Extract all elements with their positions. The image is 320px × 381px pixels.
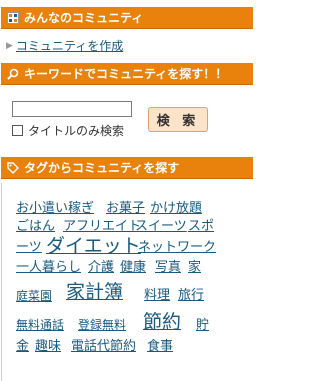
tag-link[interactable]: ネットワーク — [138, 241, 216, 254]
search-button[interactable]: 検 索 — [148, 107, 208, 132]
tag-link[interactable]: 旅行 — [178, 289, 204, 302]
tag-link[interactable]: スイーツ — [135, 220, 187, 233]
tag-link[interactable]: 登録無料 — [78, 319, 126, 331]
title-only-option[interactable]: タイトルのみ検索 — [12, 122, 124, 139]
community-section-header: みんなのコミュニティ — [1, 7, 253, 29]
tag-link[interactable]: 写真 — [155, 261, 181, 274]
tag-link[interactable]: かけ放題 — [150, 202, 202, 215]
section-title: みんなのコミュニティ — [24, 11, 144, 25]
keyword-search-section-header: キーワードでコミュニティを探す！！ — [1, 63, 253, 85]
title-only-checkbox[interactable] — [12, 125, 23, 136]
tag-link[interactable]: 健康 — [120, 261, 146, 274]
section-title: タグからコミュニティを探す — [24, 161, 180, 175]
tag-link[interactable]: 家 — [188, 261, 201, 274]
tag-search-section-header: タグからコミュニティを探す — [1, 157, 253, 179]
tag-link[interactable]: 趣味 — [35, 340, 61, 353]
community-icon — [7, 11, 19, 24]
section-title: キーワードでコミュニティを探す！！ — [24, 67, 228, 81]
tag-link[interactable]: スポ — [188, 220, 214, 233]
tag-link[interactable]: 金 — [16, 340, 29, 353]
tag-icon — [7, 161, 19, 174]
create-community-label: コミュニティを作成 — [15, 39, 124, 53]
tag-link[interactable]: 無料通話 — [16, 319, 64, 331]
tag-link[interactable]: 家計簿 — [66, 283, 123, 302]
tag-link[interactable]: 食事 — [147, 340, 173, 353]
tag-link[interactable]: お小遣い稼ぎ — [16, 202, 94, 215]
tag-link[interactable]: ダイエット — [46, 237, 141, 256]
search-icon — [7, 68, 19, 80]
title-only-label: タイトルのみ検索 — [28, 124, 125, 138]
tag-link[interactable]: 節約 — [143, 313, 181, 332]
tag-link[interactable]: お菓子 — [106, 202, 145, 215]
tag-link[interactable]: 電話代節約 — [71, 340, 136, 353]
tag-link[interactable]: 庭菜園 — [16, 290, 52, 302]
tag-link[interactable]: 一人暮らし — [16, 261, 81, 274]
tag-cloud: お小遣い稼ぎ お菓子 かけ放題 ごはん アフリエイト スイーツ スポ ーツ ダイ… — [1, 183, 253, 381]
tag-link[interactable]: ごはん — [16, 220, 55, 233]
keyword-search-input[interactable] — [12, 101, 132, 117]
tag-link[interactable]: ーツ — [16, 241, 42, 254]
tag-link[interactable]: 介護 — [88, 261, 114, 274]
tag-link[interactable]: アフリエイト — [63, 220, 141, 233]
arrow-right-icon: ▶ — [6, 40, 13, 51]
tag-link[interactable]: 料理 — [144, 289, 170, 302]
tag-link[interactable]: 貯 — [196, 319, 209, 332]
create-community-link[interactable]: ▶ コミュニティを作成 — [6, 37, 123, 54]
